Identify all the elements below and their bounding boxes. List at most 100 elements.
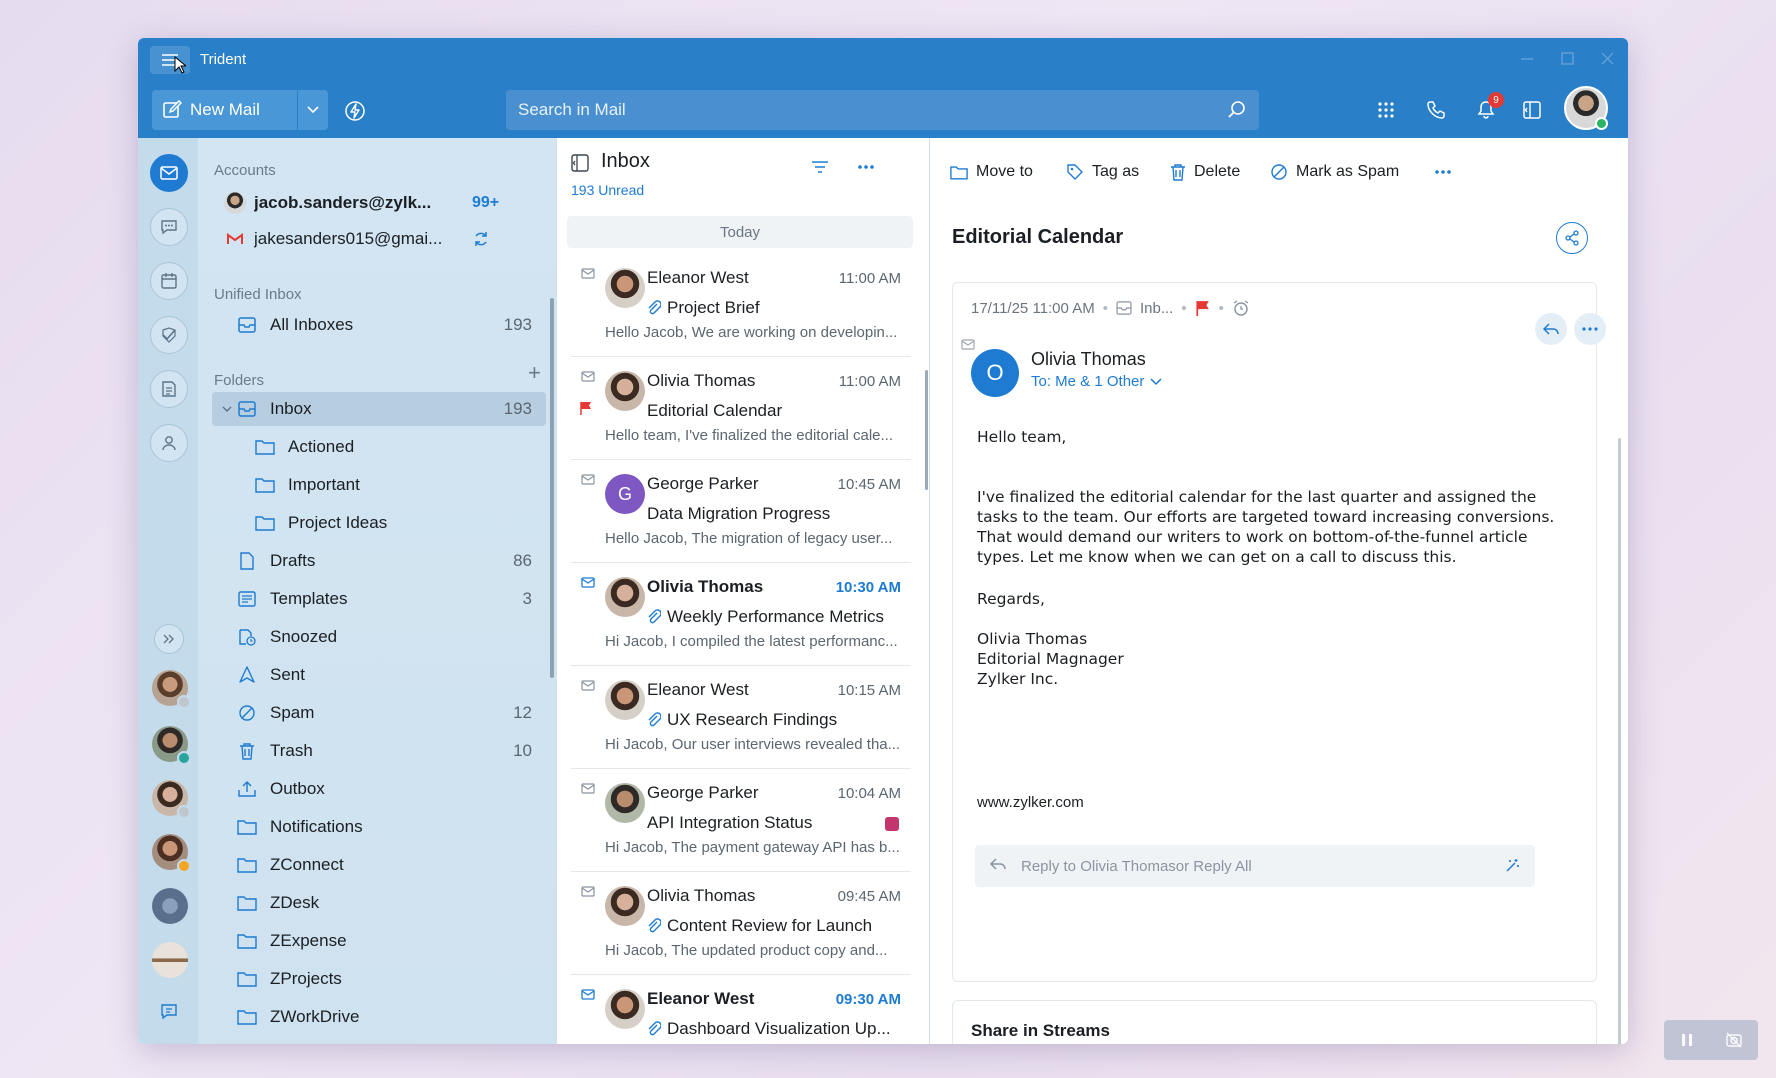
search-input[interactable]: Search in Mail (506, 90, 1259, 130)
new-mail-button[interactable]: New Mail (152, 90, 297, 130)
folder-zworkdrive[interactable]: ZWorkDrive (212, 1000, 546, 1034)
contact-avatar[interactable] (152, 780, 191, 819)
mark-spam-button[interactable]: Mark as Spam (1270, 158, 1399, 186)
more-actions-icon[interactable] (1434, 158, 1452, 186)
sync-icon[interactable] (472, 230, 490, 248)
envelope-icon[interactable] (581, 577, 595, 588)
filter-icon[interactable] (811, 160, 829, 174)
quick-actions-button[interactable] (338, 94, 372, 128)
mail-item[interactable]: Eleanor West 10:15 AM UX Research Findin… (571, 666, 911, 769)
sender-name[interactable]: Olivia Thomas (1031, 349, 1146, 370)
reply-button[interactable] (1535, 313, 1567, 345)
account-item[interactable]: jakesanders015@gmai... (224, 224, 544, 254)
sender-avatar[interactable]: O (971, 349, 1019, 397)
envelope-icon[interactable] (581, 783, 595, 794)
mail-item[interactable]: Olivia Thomas 10:30 AM Weekly Performanc… (571, 563, 911, 666)
flag-icon[interactable] (579, 401, 593, 415)
notifications-button[interactable]: 9 (1472, 92, 1504, 124)
contacts-icon (162, 436, 176, 451)
sidebar-scrollbar[interactable] (550, 298, 554, 678)
delete-button[interactable]: Delete (1170, 158, 1240, 186)
unread-count[interactable]: 193 Unread (571, 182, 644, 198)
panel-toggle-icon[interactable] (1518, 96, 1546, 124)
tag-as-button[interactable]: Tag as (1066, 158, 1139, 186)
folder-templates[interactable]: Templates 3 (212, 582, 546, 616)
sidebar-toggle-icon[interactable] (571, 154, 589, 172)
rail-feedback[interactable] (154, 996, 184, 1026)
signature-website[interactable]: www.zylker.com (977, 793, 1557, 813)
mail-item[interactable]: Eleanor West 11:00 AM Project Brief Hell… (571, 254, 911, 357)
folder-sent[interactable]: Sent (212, 658, 546, 692)
folder-important[interactable]: Important (212, 468, 546, 502)
mail-item[interactable]: Olivia Thomas 11:00 AM Editorial Calenda… (571, 357, 911, 460)
folder-snoozed[interactable]: Snoozed (212, 620, 546, 654)
separator-dot: • (1102, 299, 1108, 317)
reader-scrollbar[interactable] (1618, 438, 1621, 1044)
search-icon[interactable] (1227, 100, 1247, 120)
contact-avatar[interactable] (152, 834, 191, 873)
share-button[interactable] (1556, 222, 1588, 254)
contact-avatar[interactable] (152, 670, 191, 709)
mail-item[interactable]: Eleanor West 09:30 AM Dashboard Visualiz… (571, 975, 911, 1044)
folder-actioned[interactable]: Actioned (212, 430, 546, 464)
recipients[interactable]: To: Me & 1 Other (1031, 373, 1162, 390)
new-mail-dropdown[interactable] (298, 90, 328, 130)
user-avatar[interactable] (1564, 86, 1608, 130)
envelope-icon[interactable] (581, 886, 595, 897)
rail-calendar[interactable] (150, 262, 188, 300)
folder-drafts[interactable]: Drafts 86 (212, 544, 546, 578)
list-scrollbar[interactable] (925, 370, 928, 490)
folder-all-inboxes[interactable]: All Inboxes 193 (212, 308, 546, 342)
envelope-icon[interactable] (581, 268, 595, 279)
folder-project-ideas[interactable]: Project Ideas (212, 506, 546, 540)
email-folder[interactable]: Inb... (1140, 300, 1173, 317)
folder-notifications[interactable]: Notifications (212, 810, 546, 844)
phone-icon[interactable] (1422, 96, 1450, 124)
contact-avatar[interactable] (152, 888, 188, 924)
folder-zdesk[interactable]: ZDesk (212, 886, 546, 920)
contact-avatar[interactable] (152, 726, 191, 765)
folder-trash[interactable]: Trash 10 (212, 734, 546, 768)
mail-item[interactable]: Olivia Thomas 09:45 AM Content Review fo… (571, 872, 911, 975)
mail-item[interactable]: George Parker 10:04 AM API Integration S… (571, 769, 911, 872)
close-icon[interactable] (1593, 48, 1621, 70)
folder-zconnect[interactable]: ZConnect (212, 848, 546, 882)
flag-icon[interactable] (1195, 300, 1211, 316)
quick-reply-bar[interactable]: Reply to Olivia Thomas or Reply All (975, 845, 1535, 887)
folder-spam[interactable]: Spam 12 (212, 696, 546, 730)
envelope-icon[interactable] (581, 371, 595, 382)
apps-grid-icon[interactable] (1372, 96, 1400, 124)
contact-avatar[interactable] (152, 942, 188, 978)
rail-mail[interactable] (150, 154, 188, 192)
more-options-icon[interactable] (1574, 313, 1606, 345)
folder-zexpense[interactable]: ZExpense (212, 924, 546, 958)
reply-to-label[interactable]: Reply to Olivia Thomas (1021, 858, 1176, 875)
folder-outbox[interactable]: Outbox (212, 772, 546, 806)
envelope-icon[interactable] (581, 474, 595, 485)
rail-chat[interactable] (150, 208, 188, 246)
move-to-button[interactable]: Move to (950, 158, 1033, 186)
folder-zprojects[interactable]: ZProjects (212, 962, 546, 996)
rail-notes[interactable] (150, 370, 188, 408)
more-options-icon[interactable] (857, 164, 875, 170)
rail-contacts[interactable] (150, 424, 188, 462)
folder-icon (254, 436, 276, 458)
envelope-icon[interactable] (581, 989, 595, 1000)
alarm-clock-icon[interactable] (1232, 299, 1250, 317)
calendar-icon (161, 273, 177, 289)
pause-icon[interactable] (1680, 1033, 1694, 1047)
reply-all-label[interactable]: or Reply All (1176, 858, 1252, 875)
envelope-icon[interactable] (581, 680, 595, 691)
add-folder-icon[interactable]: + (528, 360, 541, 386)
rail-expand[interactable] (154, 624, 184, 654)
maximize-icon[interactable] (1553, 48, 1581, 70)
account-item[interactable]: jacob.sanders@zylk... 99+ (224, 188, 544, 218)
chevron-down-icon[interactable] (216, 398, 238, 420)
folder-inbox[interactable]: Inbox 193 (212, 392, 546, 426)
rail-tasks[interactable] (150, 316, 188, 354)
ai-sparkle-icon[interactable] (1503, 857, 1521, 875)
minimize-icon[interactable] (1513, 48, 1541, 70)
mail-item[interactable]: G George Parker 10:45 AM Data Migration … (571, 460, 911, 563)
template-icon (236, 588, 258, 610)
camera-off-icon[interactable] (1725, 1032, 1743, 1048)
